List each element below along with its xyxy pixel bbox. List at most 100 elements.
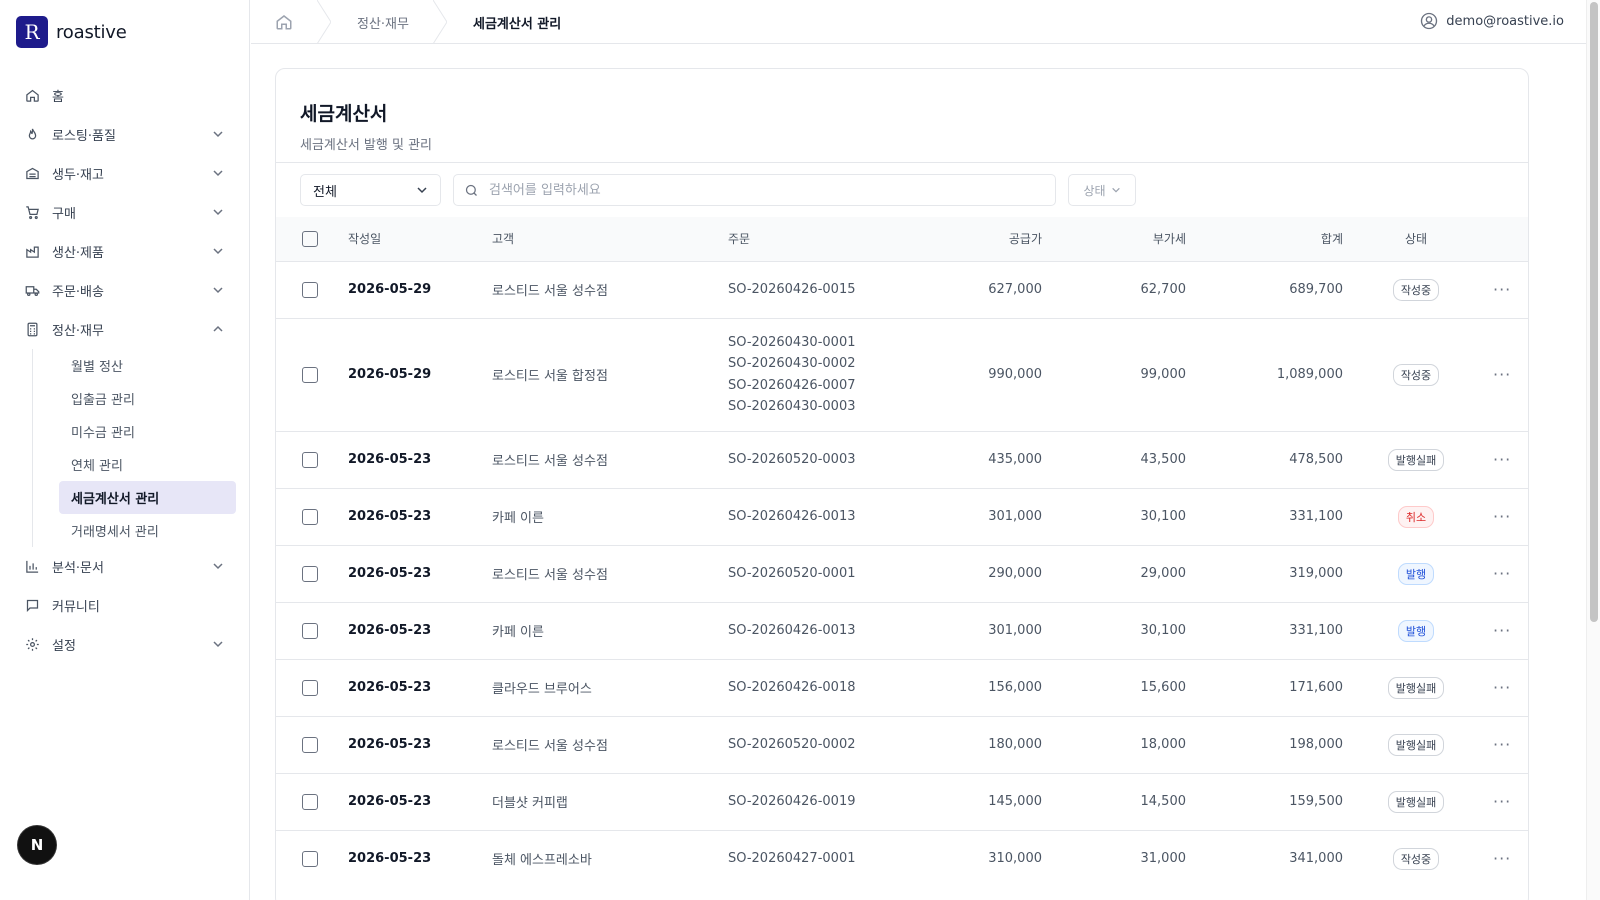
col-supply[interactable]: 공급가: [900, 217, 1042, 261]
truck-icon: [24, 283, 40, 299]
table-row[interactable]: 2026-05-23 카페 이른 SO-20260426-0013 301,000 30…: [276, 487, 1528, 545]
user-menu[interactable]: demo@roastive.io: [1420, 12, 1564, 30]
sidebar-item-tax-invoice[interactable]: 세금계산서 관리: [59, 481, 236, 514]
order-number[interactable]: SO-20260426-0019: [728, 791, 900, 813]
dev-tools-badge[interactable]: N: [18, 826, 56, 864]
status-filter-button[interactable]: 상태: [1068, 174, 1136, 206]
row-checkbox[interactable]: [302, 736, 318, 753]
order-number[interactable]: SO-20260426-0018: [728, 677, 900, 699]
cell-total: 198,000: [1186, 715, 1343, 773]
more-actions-icon[interactable]: ···: [1493, 564, 1511, 583]
chevron-down-icon: [213, 209, 223, 216]
order-number[interactable]: SO-20260520-0003: [728, 449, 900, 471]
row-checkbox[interactable]: [302, 850, 318, 867]
page-subtitle: 세금계산서 발행 및 관리: [300, 138, 432, 153]
table-row[interactable]: 2026-05-23 로스티드 서울 성수점 SO-20260520-0001 290…: [276, 544, 1528, 602]
order-number[interactable]: SO-20260430-0003: [728, 396, 900, 418]
select-all-checkbox[interactable]: [302, 230, 318, 247]
order-number[interactable]: SO-20260426-0013: [728, 620, 900, 642]
sidebar-item-roasting[interactable]: 로스팅·품질: [14, 115, 236, 154]
order-number[interactable]: SO-20260426-0015: [728, 279, 900, 301]
row-checkbox[interactable]: [302, 622, 318, 639]
breadcrumb-home[interactable]: [251, 0, 317, 44]
row-checkbox[interactable]: [302, 451, 318, 468]
sidebar-item-orders[interactable]: 주문·배송: [14, 271, 236, 310]
table-row[interactable]: 2026-05-23 클라우드 브루어스 SO-20260426-0018 156,0…: [276, 658, 1528, 716]
sidebar-item-overdue[interactable]: 연체 관리: [59, 448, 236, 481]
sidebar-item-production[interactable]: 생산·제품: [14, 232, 236, 271]
row-checkbox[interactable]: [302, 793, 318, 810]
chevron-down-icon: [1111, 187, 1120, 193]
more-actions-icon[interactable]: ···: [1493, 621, 1511, 640]
more-actions-icon[interactable]: ···: [1493, 450, 1511, 469]
more-actions-icon[interactable]: ···: [1493, 678, 1511, 697]
row-checkbox[interactable]: [302, 565, 318, 582]
sidebar-item-settings[interactable]: 설정: [14, 625, 236, 664]
sidebar-item-deposits[interactable]: 입출금 관리: [59, 382, 236, 415]
row-checkbox[interactable]: [302, 366, 318, 383]
col-status[interactable]: 상태: [1343, 217, 1489, 261]
more-actions-icon[interactable]: ···: [1493, 792, 1511, 811]
page-scrollbar[interactable]: [1586, 0, 1600, 900]
table-row[interactable]: 2026-05-23 로스티드 서울 성수점 SO-20260520-0002 180…: [276, 715, 1528, 773]
col-vat[interactable]: 부가세: [1042, 217, 1186, 261]
table-row[interactable]: 2026-05-23 더블샷 커피랩 SO-20260426-0019 145,000…: [276, 772, 1528, 830]
order-number[interactable]: SO-20260426-0007: [728, 375, 900, 397]
row-select-cell: [276, 658, 348, 716]
table-row[interactable]: 2026-05-23 카페 이른 SO-20260426-0013 301,000 30…: [276, 601, 1528, 659]
sidebar-item-beans[interactable]: 생두·재고: [14, 154, 236, 193]
sidebar-item-statements[interactable]: 거래명세서 관리: [59, 514, 236, 547]
sidebar-item-finance[interactable]: 정산·재무: [14, 310, 236, 349]
sidebar-item-purchase[interactable]: 구매: [14, 193, 236, 232]
cell-customer: 로스티드 서울 성수점: [492, 260, 728, 318]
cell-total: 478,500: [1186, 430, 1343, 488]
cell-total: 159,500: [1186, 772, 1343, 830]
cell-date: 2026-05-23: [348, 658, 492, 716]
col-customer[interactable]: 고객: [492, 217, 728, 261]
order-number[interactable]: SO-20260427-0001: [728, 848, 900, 870]
more-actions-icon[interactable]: ···: [1493, 735, 1511, 754]
order-number[interactable]: SO-20260430-0001: [728, 332, 900, 354]
cell-total: 319,000: [1186, 544, 1343, 602]
cell-orders: SO-20260426-0018: [728, 658, 900, 716]
order-number[interactable]: SO-20260520-0002: [728, 734, 900, 756]
order-number[interactable]: SO-20260520-0001: [728, 563, 900, 585]
col-total[interactable]: 합계: [1186, 217, 1343, 261]
sidebar-item-home[interactable]: 홈: [14, 76, 236, 115]
bar-chart-icon: [24, 559, 40, 575]
sidebar-item-monthly-settlement[interactable]: 월별 정산: [59, 349, 236, 382]
cell-customer: 더블샷 커피랩: [492, 772, 728, 830]
table-row[interactable]: 2026-05-23 로스티드 서울 성수점 SO-20260520-0003 435…: [276, 430, 1528, 488]
col-order[interactable]: 주문: [728, 217, 900, 261]
table-row[interactable]: 2026-05-29 로스티드 서울 성수점 SO-20260426-0015 627…: [276, 260, 1528, 318]
row-checkbox[interactable]: [302, 679, 318, 696]
more-actions-icon[interactable]: ···: [1493, 849, 1511, 868]
sidebar-item-analytics[interactable]: 분석·문서: [14, 547, 236, 586]
status-badge: 발행실패: [1387, 448, 1445, 471]
breadcrumb-section[interactable]: 정산·재무: [331, 0, 433, 44]
cell-customer: 카페 이른: [492, 601, 728, 659]
topbar: 정산·재무 세금계산서 관리 demo@roastive.io: [251, 0, 1586, 44]
brand-logo[interactable]: R roastive: [16, 16, 127, 48]
scrollbar-thumb[interactable]: [1590, 2, 1598, 622]
col-date[interactable]: 작성일: [348, 217, 492, 261]
type-select[interactable]: 전체: [300, 174, 441, 206]
more-actions-icon[interactable]: ···: [1493, 365, 1511, 384]
cell-orders: SO-20260426-0019: [728, 772, 900, 830]
more-actions-icon[interactable]: ···: [1493, 507, 1511, 526]
more-actions-icon[interactable]: ···: [1493, 280, 1511, 299]
row-checkbox[interactable]: [302, 281, 318, 298]
search-input[interactable]: [489, 182, 1029, 198]
cell-status: 발행실패: [1343, 715, 1489, 773]
table-row[interactable]: 2026-05-23 돌체 에스프레소바 SO-20260427-0001 310,0…: [276, 829, 1528, 887]
sidebar-item-receivables[interactable]: 미수금 관리: [59, 415, 236, 448]
warehouse-icon: [24, 166, 40, 182]
row-checkbox[interactable]: [302, 508, 318, 525]
select-all-cell: [276, 217, 348, 261]
table-row[interactable]: 2026-05-29 로스티드 서울 합정점 SO-20260430-0001 SO-…: [276, 317, 1528, 431]
order-number[interactable]: SO-20260430-0002: [728, 353, 900, 375]
sidebar-item-community[interactable]: 커뮤니티: [14, 586, 236, 625]
chevron-down-icon: [213, 248, 223, 255]
status-badge: 발행실패: [1387, 733, 1445, 756]
order-number[interactable]: SO-20260426-0013: [728, 506, 900, 528]
